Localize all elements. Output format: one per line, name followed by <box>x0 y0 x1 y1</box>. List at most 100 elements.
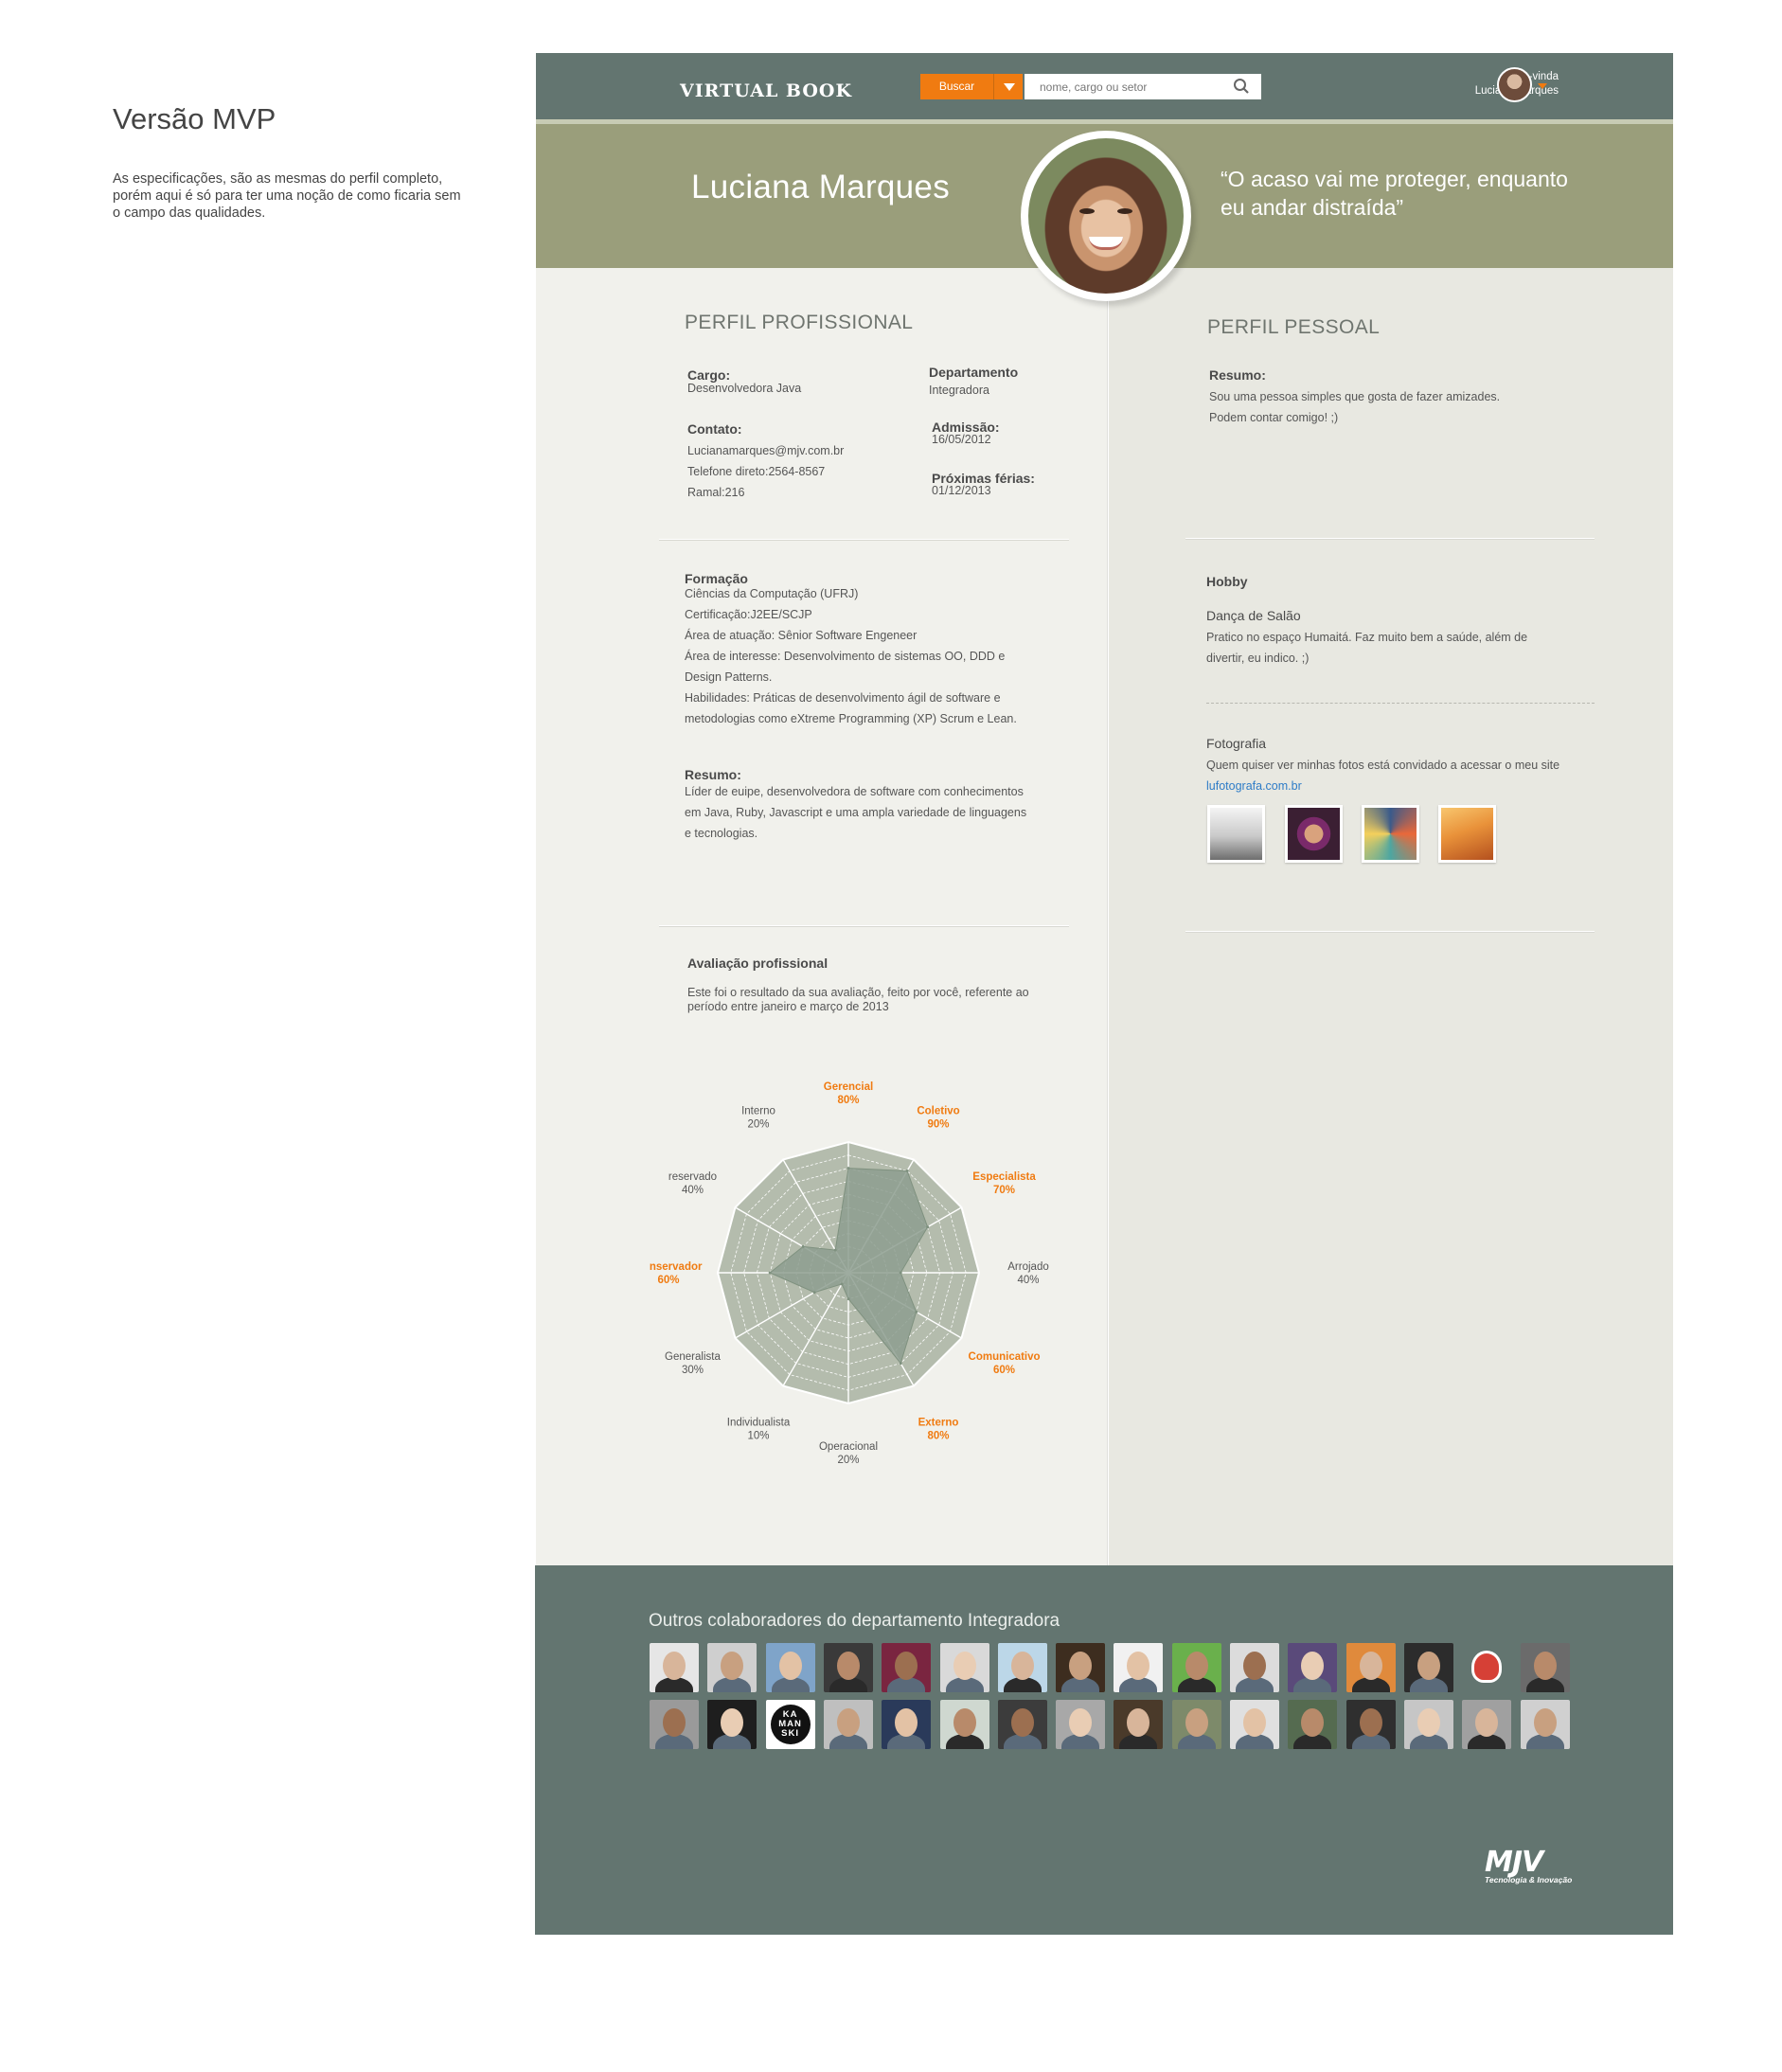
radar-axis-label-arrojado: Arrojado <box>1007 1261 1048 1273</box>
colleague-avatar[interactable] <box>1403 1643 1453 1692</box>
radar-axis-label-gerencial: Gerencial <box>824 1081 873 1093</box>
colleague-avatar[interactable] <box>939 1643 989 1692</box>
colleague-avatar[interactable] <box>1462 1700 1512 1749</box>
colleague-avatar[interactable] <box>1345 1643 1396 1692</box>
colleague-avatar[interactable] <box>650 1700 699 1749</box>
search-icon[interactable] <box>1233 78 1250 95</box>
hobby-label: Hobby <box>1206 574 1248 589</box>
radar-value-label-reservado: 40% <box>682 1185 704 1196</box>
colleague-avatar[interactable] <box>997 1700 1047 1749</box>
radar-value-label-operacional: 20% <box>837 1455 859 1466</box>
radar-point-gerencial <box>846 1167 850 1170</box>
colleague-avatar[interactable] <box>1230 1643 1279 1692</box>
search-filter-dropdown[interactable] <box>993 74 1023 99</box>
radar-point-conservador <box>768 1271 772 1275</box>
mascot-icon <box>1471 1651 1503 1683</box>
annotation-title: Versão MVP <box>113 102 276 135</box>
photo-thumbnail-abstract[interactable] <box>1362 805 1419 863</box>
colleague-avatar[interactable] <box>882 1643 932 1692</box>
photography-site-link[interactable]: lufotografa.com.br <box>1206 776 1302 796</box>
hobby-fotografia-title: Fotografia <box>1206 736 1267 751</box>
photo-thumbnail-portrait[interactable] <box>1285 805 1343 863</box>
profile-name: Luciana Marques <box>691 169 950 205</box>
colleague-avatar[interactable] <box>1171 1643 1221 1692</box>
colleague-avatar[interactable] <box>939 1700 989 1749</box>
photo-thumbnail-winter[interactable] <box>1207 805 1265 863</box>
hobby-danca-title: Dança de Salão <box>1206 608 1301 623</box>
kamanski-badge: KA MAN SKI <box>770 1705 811 1744</box>
colleague-avatar[interactable] <box>650 1643 699 1692</box>
admissao-value: 16/05/2012 <box>932 433 991 446</box>
radar-axis-label-externo: Externo <box>918 1418 959 1429</box>
divider <box>659 539 1069 541</box>
divider <box>1185 538 1595 540</box>
radar-point-interno <box>833 1248 837 1252</box>
colleague-avatar[interactable] <box>1345 1700 1396 1749</box>
radar-value-label-gerencial: 80% <box>837 1095 859 1106</box>
radar-axis-label-individualista: Individualista <box>727 1418 791 1429</box>
top-bar: VIRTUAL BOOK Buscar Bem-vinda Luciana Ma… <box>536 53 1673 124</box>
colleague-avatar[interactable] <box>997 1643 1047 1692</box>
departamento-label: Departamento <box>929 365 1019 380</box>
radar-axis-label-coletivo: Coletivo <box>917 1105 959 1116</box>
mjv-logo: MJV Tecnologia & Inovação <box>1485 1846 1572 1884</box>
radar-point-externo <box>899 1362 902 1366</box>
brand-logo[interactable]: VIRTUAL BOOK <box>680 80 852 101</box>
colleague-avatar[interactable] <box>823 1643 873 1692</box>
profile-quote: “O acaso vai me proteger, enquanto eu an… <box>1221 167 1568 220</box>
search-input[interactable] <box>1025 74 1261 99</box>
profile-page: VIRTUAL BOOK Buscar Bem-vinda Luciana Ma… <box>535 53 1673 1935</box>
user-menu-caret-icon[interactable] <box>1538 83 1547 89</box>
personal-profile-column: PERFIL PESSOAL Resumo: Sou uma pessoa si… <box>1109 268 1673 1565</box>
divider <box>659 925 1069 927</box>
colleague-avatar[interactable] <box>1520 1700 1570 1749</box>
radar-point-coletivo <box>905 1169 909 1172</box>
colleague-avatar[interactable] <box>1520 1643 1570 1692</box>
radar-point-arrojado <box>899 1271 902 1275</box>
colleague-avatar[interactable] <box>882 1700 932 1749</box>
hobby-danca-text: Pratico no espaço Humaitá. Faz muito bem… <box>1206 631 1528 665</box>
radar-value-label-coletivo: 90% <box>927 1118 949 1130</box>
colleague-avatar[interactable]: KA MAN SKI <box>765 1700 815 1749</box>
avaliacao-label: Avaliação profissional <box>687 956 829 971</box>
personal-resumo-value: Sou uma pessoa simples que gosta de faze… <box>1209 390 1501 424</box>
radar-point-comunicativo <box>915 1310 918 1313</box>
hobby-fotografia-text: Quem quiser ver minhas fotos está convid… <box>1206 759 1560 772</box>
dotted-divider <box>1206 703 1595 704</box>
ferias-value: 01/12/2013 <box>932 484 991 497</box>
colleague-avatar[interactable] <box>707 1700 757 1749</box>
colleague-avatar[interactable] <box>823 1700 873 1749</box>
photo-thumbnail-desert[interactable] <box>1438 805 1496 863</box>
radar-point-especialista <box>926 1225 930 1229</box>
radar-axis-label-operacional: Operacional <box>819 1441 878 1453</box>
mjv-logo-tagline: Tecnologia & Inovação <box>1485 1875 1573 1884</box>
professional-evaluation-radar: Gerencial 80% Coletivo 90% Especialista 70% Ar… <box>635 1059 1085 1475</box>
colleague-avatar[interactable] <box>765 1643 815 1692</box>
colleague-avatar[interactable] <box>707 1643 757 1692</box>
professional-resumo-label: Resumo: <box>685 767 741 782</box>
colleague-avatar[interactable] <box>1056 1643 1106 1692</box>
departamento-value: Integradora <box>929 384 989 397</box>
radar-point-operacional <box>846 1297 850 1301</box>
professional-resumo-value: Líder de euipe, desenvolvedora de softwa… <box>685 785 1027 840</box>
colleague-avatar[interactable] <box>1288 1643 1338 1692</box>
radar-point-reservado <box>801 1244 805 1248</box>
colleague-avatar[interactable] <box>1462 1643 1512 1692</box>
colleague-avatar[interactable] <box>1114 1700 1164 1749</box>
colleague-avatar[interactable] <box>1230 1700 1279 1749</box>
formacao-value: Ciências da Computação (UFRJ) Certificaç… <box>685 587 1017 725</box>
professional-profile-column: PERFIL PROFISSIONAL Cargo: Desenvolvedor… <box>536 268 1108 1565</box>
radar-axis-label-conservador: Conservador <box>650 1261 703 1273</box>
colleague-avatar[interactable] <box>1171 1700 1221 1749</box>
radar-value-label-comunicativo: 60% <box>993 1365 1015 1376</box>
radar-chart: Gerencial 80% Coletivo 90% Especialista 70% Ar… <box>635 1081 1049 1466</box>
colleague-avatar[interactable] <box>1288 1700 1338 1749</box>
colleague-avatar[interactable] <box>1114 1643 1164 1692</box>
user-avatar[interactable] <box>1497 67 1532 102</box>
radar-value-label-interno: 20% <box>747 1118 769 1130</box>
colleague-avatar[interactable] <box>1056 1700 1106 1749</box>
radar-axis-label-reservado: reservado <box>668 1171 717 1183</box>
search-button[interactable]: Buscar <box>920 74 993 99</box>
colleague-avatar[interactable] <box>1403 1700 1453 1749</box>
radar-value-label-especialista: 70% <box>993 1185 1015 1196</box>
